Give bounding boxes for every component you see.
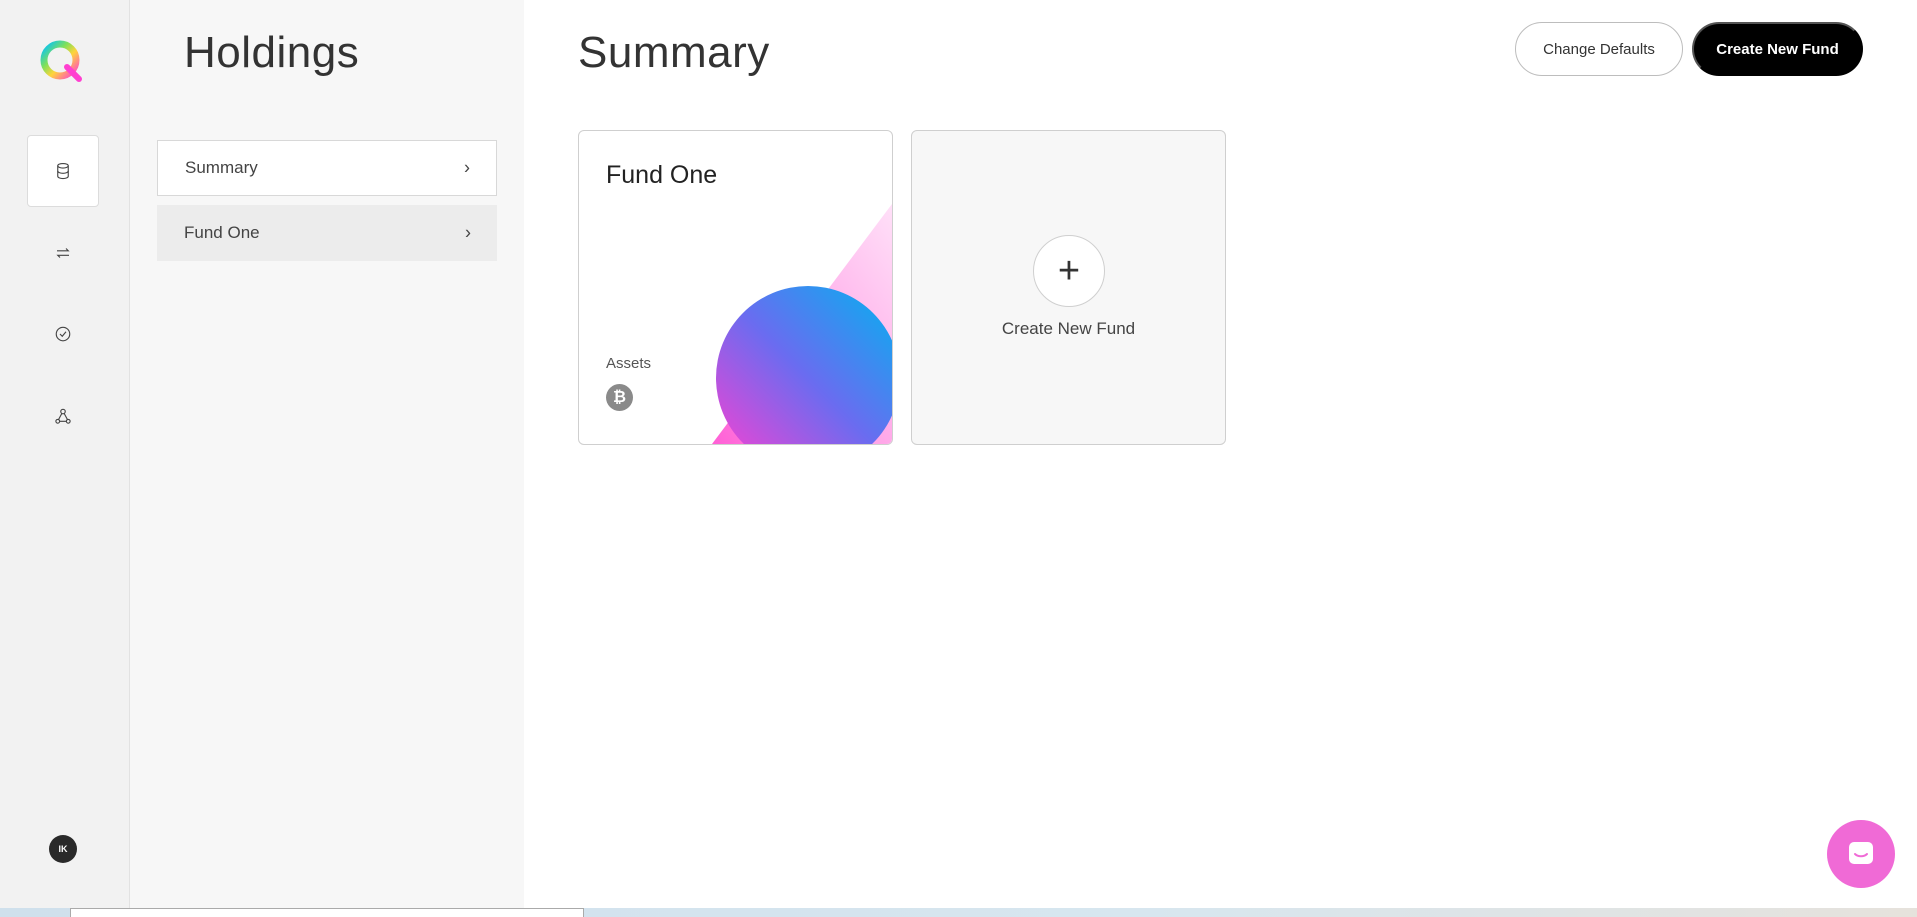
fund-card[interactable]: Fund One Assets ₿ xyxy=(578,130,893,445)
rail-network-button[interactable] xyxy=(27,380,99,452)
sidebar-item-summary[interactable]: Summary › xyxy=(157,140,497,196)
network-icon xyxy=(55,408,71,424)
assets-label: Assets xyxy=(606,355,652,372)
rail-holdings-button[interactable] xyxy=(27,135,99,207)
create-new-fund-label: Create New Fund xyxy=(1001,319,1136,338)
sidebar-item-fund-one[interactable]: Fund One › xyxy=(157,205,497,261)
chat-icon xyxy=(1849,842,1873,864)
fund-name: Fund One xyxy=(606,161,718,189)
check-circle-icon xyxy=(55,326,71,342)
create-new-fund-button[interactable]: Create New Fund xyxy=(1692,22,1863,76)
rail-transfers-button[interactable] xyxy=(27,217,99,289)
bottom-input xyxy=(70,908,584,917)
transfer-arrows-icon xyxy=(56,248,70,258)
plus-icon: + xyxy=(1033,235,1105,307)
fund-card-artwork xyxy=(712,204,892,444)
create-new-fund-card[interactable]: + Create New Fund xyxy=(911,130,1226,445)
sidebar-item-label: Summary xyxy=(185,158,258,177)
rail-tasks-button[interactable] xyxy=(27,298,99,370)
sidebar-title: Holdings xyxy=(184,28,360,77)
page-title: Summary xyxy=(578,28,770,77)
database-icon xyxy=(57,162,69,180)
chat-launcher-button[interactable] xyxy=(1827,820,1895,888)
sidebar-item-label: Fund One xyxy=(184,223,260,242)
bitcoin-icon: ₿ xyxy=(606,384,633,411)
change-defaults-button[interactable]: Change Defaults xyxy=(1515,22,1683,76)
user-avatar[interactable]: IK xyxy=(49,835,77,863)
app-logo[interactable] xyxy=(38,38,86,86)
icon-rail: IK xyxy=(0,0,130,908)
chevron-right-icon: › xyxy=(464,157,470,178)
holdings-sidebar: Holdings Summary › Fund One › xyxy=(130,0,524,908)
chevron-right-icon: › xyxy=(465,222,471,243)
